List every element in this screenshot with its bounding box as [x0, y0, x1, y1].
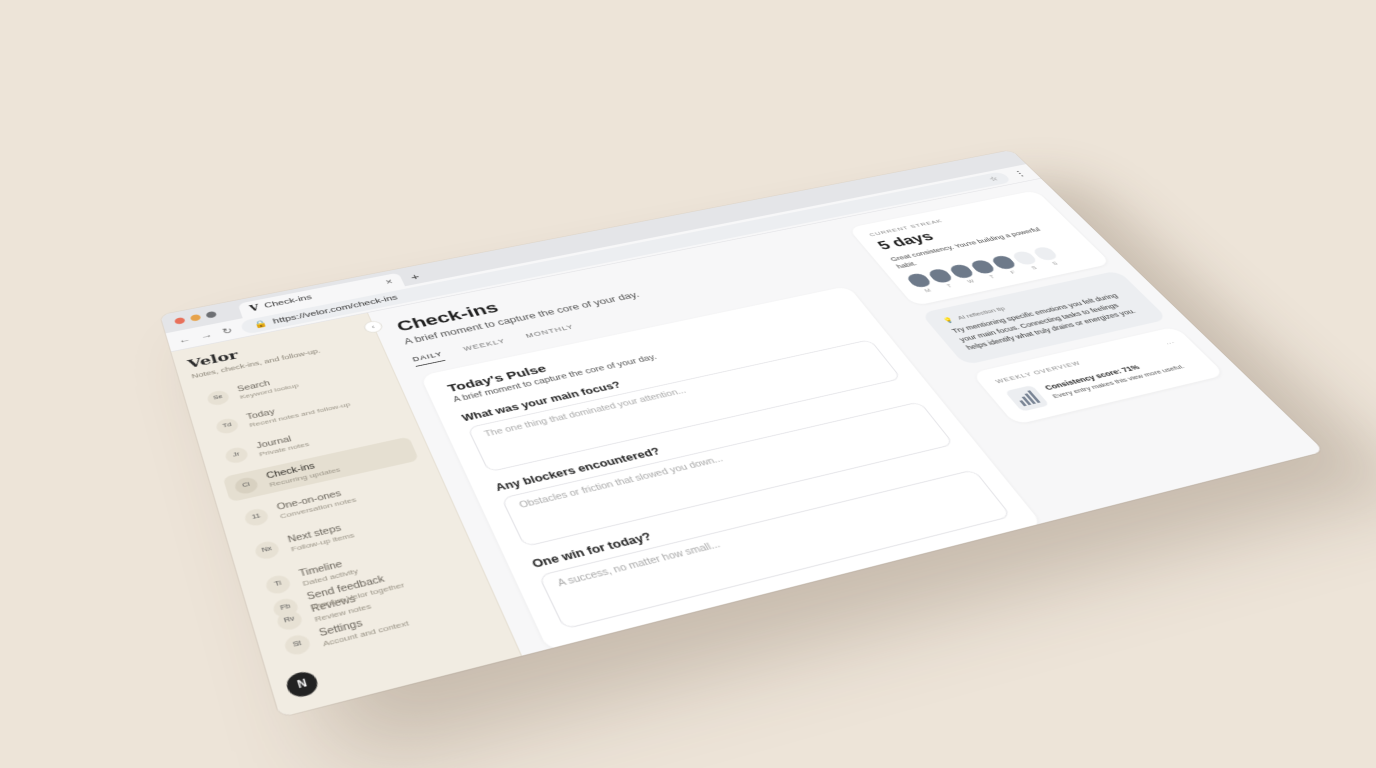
streak-day-letter: S: [1030, 266, 1039, 271]
streak-day-letter: M: [924, 288, 933, 294]
streak-day-letter: F: [1009, 270, 1018, 276]
close-window-dot[interactable]: [173, 316, 186, 325]
sidebar-item-badge: Fb: [270, 596, 301, 620]
sidebar-item-text: One-on-ones Conversation notes: [276, 487, 357, 520]
new-tab-icon[interactable]: +: [408, 269, 423, 284]
sidebar-item-badge: 11: [242, 506, 271, 528]
sidebar-item-badge: St: [282, 632, 313, 657]
streak-day-letter: S: [1051, 261, 1060, 267]
velor-logo-icon: V: [248, 303, 261, 314]
window-controls: [173, 310, 218, 325]
browser-window: V Check-ins × + ← → ↻ 🔒 https://velor.co…: [160, 150, 1325, 718]
lightbulb-icon: 💡: [941, 316, 956, 325]
minimize-window-dot[interactable]: [189, 313, 202, 322]
sidebar-item-badge: Jr: [223, 445, 250, 465]
sidebar-item-badge: Se: [205, 388, 231, 407]
streak-day-letter: T: [946, 284, 954, 289]
sidebar-item-badge: Ci: [232, 475, 260, 496]
tab-monthly[interactable]: MONTHLY: [524, 323, 577, 343]
forward-icon[interactable]: →: [199, 329, 214, 340]
star-icon[interactable]: ☆: [987, 175, 1001, 182]
streak-day-letter: T: [988, 275, 997, 280]
scene: V Check-ins × + ← → ↻ 🔒 https://velor.co…: [0, 0, 1376, 768]
close-icon[interactable]: ×: [384, 277, 394, 286]
avatar[interactable]: N: [283, 669, 321, 700]
sidebar-item-text: Check-ins Recurring updates: [265, 457, 341, 488]
reload-icon[interactable]: ↻: [221, 325, 234, 336]
back-icon[interactable]: ←: [177, 334, 192, 345]
streak-day-letter: W: [966, 279, 976, 285]
sidebar-item-badge: Nx: [252, 539, 281, 561]
sidebar-item-text: Next steps Follow-up items: [287, 522, 356, 553]
app: Velor Notes, check-ins, and follow-up. ‹…: [171, 179, 1324, 718]
maximize-window-dot[interactable]: [205, 310, 218, 319]
sidebar-item-text: Search Keyword lookup: [236, 374, 299, 401]
sidebar-item-text: Journal Private notes: [255, 432, 310, 458]
browser-menu-icon[interactable]: ⋮: [1010, 169, 1029, 179]
tab-daily[interactable]: DAILY: [411, 350, 446, 367]
lock-icon: 🔒: [252, 319, 269, 330]
tab-weekly[interactable]: WEEKLY: [462, 337, 508, 356]
sidebar-item-text: Settings Account and context: [318, 608, 410, 649]
sidebar-item-badge: Td: [214, 416, 240, 435]
bar-chart-icon: [1004, 384, 1050, 412]
more-options-icon[interactable]: ...: [1162, 338, 1176, 346]
